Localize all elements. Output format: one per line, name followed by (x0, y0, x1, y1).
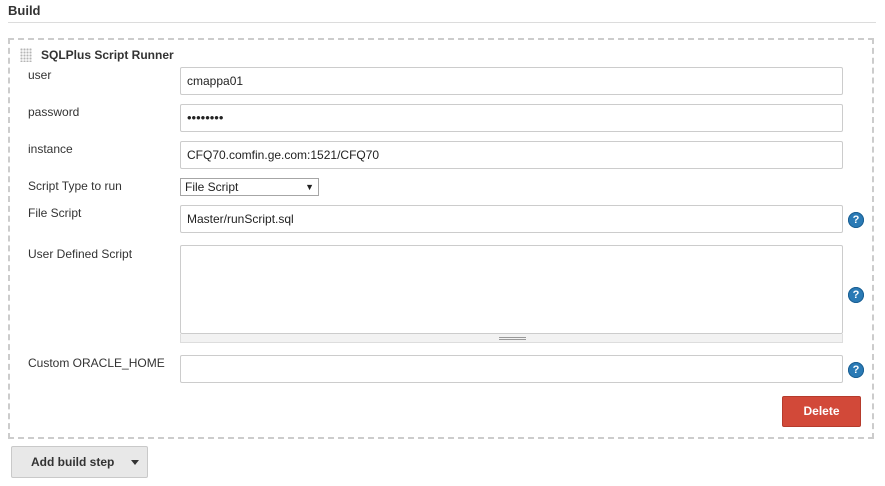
user-label: user (28, 68, 52, 82)
script-type-select[interactable]: File Script ▼ (180, 178, 319, 196)
grip-lines-icon (499, 337, 526, 340)
caret-down-icon (131, 460, 139, 465)
instance-label: instance (28, 142, 73, 156)
user-defined-script-label: User Defined Script (28, 247, 133, 261)
build-config-page: Build SQLPlus Script Runner user passwor… (0, 0, 885, 486)
user-defined-script-textarea[interactable] (180, 245, 843, 334)
delete-button[interactable]: Delete (782, 396, 861, 427)
add-build-step-label: Add build step (31, 455, 115, 469)
file-script-label: File Script (28, 206, 82, 220)
textarea-resize-bar[interactable] (180, 334, 843, 343)
section-title: Build (8, 3, 41, 18)
file-script-input[interactable] (180, 205, 843, 233)
caret-down-icon: ▼ (305, 182, 314, 192)
oracle-home-label: Custom ORACLE_HOME (28, 356, 165, 370)
help-circle-icon[interactable]: ? (848, 212, 864, 228)
user-input[interactable] (180, 67, 843, 95)
password-input[interactable]: •••••••• (180, 104, 843, 132)
section-divider (8, 22, 876, 23)
drag-handle-icon[interactable] (20, 48, 32, 62)
script-type-label: Script Type to run (28, 179, 122, 193)
help-circle-icon[interactable]: ? (848, 362, 864, 378)
password-label: password (28, 105, 80, 119)
instance-input[interactable] (180, 141, 843, 169)
help-circle-icon[interactable]: ? (848, 287, 864, 303)
add-build-step-button[interactable]: Add build step (11, 446, 148, 478)
build-step-title: SQLPlus Script Runner (41, 48, 174, 62)
oracle-home-input[interactable] (180, 355, 843, 383)
script-type-selected-value: File Script (185, 180, 239, 194)
